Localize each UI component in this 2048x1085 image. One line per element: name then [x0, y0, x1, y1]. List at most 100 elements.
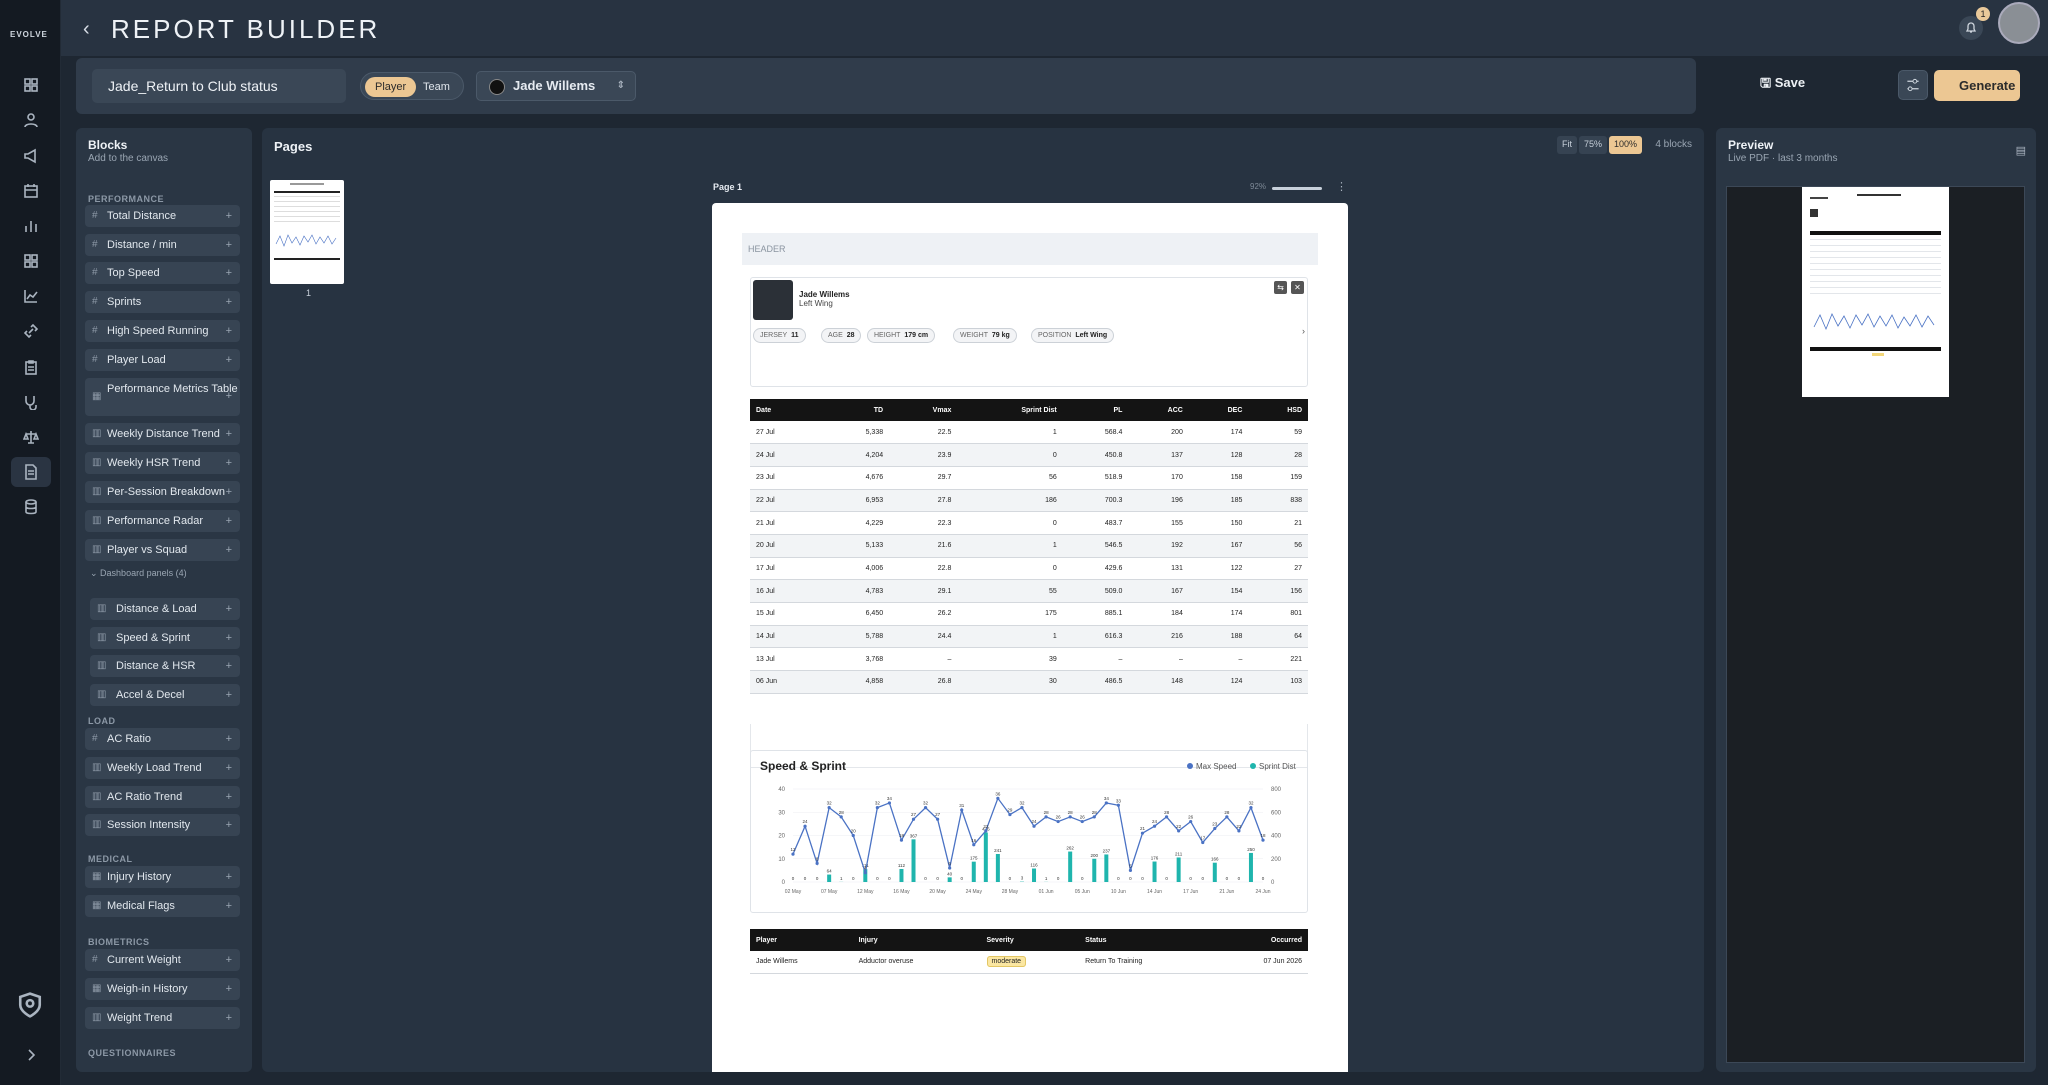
page-zoom-slider[interactable] [1272, 187, 1322, 190]
add-icon[interactable]: + [226, 481, 232, 503]
add-icon[interactable]: + [226, 978, 232, 1000]
block-label: Performance Metrics Table [107, 383, 238, 395]
preview-panel: Preview Live PDF · last 3 months ▤ [1716, 128, 2036, 1072]
add-icon[interactable]: + [226, 205, 232, 227]
block-item[interactable]: # Distance / min + [85, 234, 240, 256]
swap-icon[interactable]: ⇆ [1274, 281, 1287, 294]
save-button[interactable]: 🖫 Save [1760, 74, 1805, 96]
block-item[interactable]: ▥ Distance & Load + [90, 598, 240, 620]
preview-viewport[interactable] [1726, 186, 2025, 1063]
close-icon[interactable]: ✕ [1291, 281, 1304, 294]
block-item[interactable]: ▥ Speed & Sprint + [90, 627, 240, 649]
grid-icon[interactable] [20, 250, 42, 272]
zoom-75-button[interactable]: 75% [1578, 136, 1607, 154]
add-icon[interactable]: + [226, 510, 232, 532]
add-icon[interactable]: + [226, 320, 232, 342]
add-icon[interactable]: + [226, 349, 232, 371]
add-icon[interactable]: + [226, 757, 232, 779]
block-item[interactable]: ▥ AC Ratio Trend + [85, 786, 240, 808]
player-card-block[interactable]: Jade Willems Left Wing ⇆ ✕ JERSEY 11 AGE … [750, 277, 1308, 387]
block-item[interactable]: ▥ Performance Radar + [85, 510, 240, 532]
header-block[interactable]: HEADER [742, 233, 1318, 265]
page-thumbnail[interactable] [270, 180, 344, 284]
megaphone-icon[interactable] [20, 145, 42, 167]
add-icon[interactable]: + [226, 786, 232, 808]
block-item[interactable]: ▥ Accel & Decel + [90, 684, 240, 706]
preview-layout-icon[interactable]: ▤ [2016, 144, 2026, 157]
add-icon[interactable]: + [226, 598, 232, 620]
avatar[interactable] [1998, 2, 2040, 44]
block-item[interactable]: ▦ Injury History + [85, 866, 240, 888]
add-icon[interactable]: + [226, 866, 232, 888]
block-item[interactable]: # AC Ratio + [85, 728, 240, 750]
block-item[interactable]: # Top Speed + [85, 262, 240, 284]
table-cell: Adductor overuse [852, 951, 981, 974]
add-icon[interactable]: + [226, 262, 232, 284]
user-icon[interactable] [20, 109, 42, 131]
table-cell: 23.9 [889, 443, 958, 467]
block-item[interactable]: ▦ Performance Metrics Table + [85, 378, 240, 416]
add-icon[interactable]: + [226, 390, 232, 403]
add-icon[interactable]: + [226, 728, 232, 750]
zoom-fit-button[interactable]: Fit [1556, 136, 1577, 154]
chevron-right-icon[interactable]: › [1302, 326, 1305, 336]
add-icon[interactable]: + [226, 452, 232, 474]
line-chart-icon[interactable] [20, 285, 42, 307]
table-cell: 124 [1188, 670, 1249, 694]
add-icon[interactable]: + [226, 684, 232, 706]
add-icon[interactable]: + [226, 814, 232, 836]
add-icon[interactable]: + [226, 627, 232, 649]
block-item[interactable]: ▥ Weekly Load Trend + [85, 757, 240, 779]
clipboard-icon[interactable] [20, 356, 42, 378]
block-item[interactable]: ▥ Per-Session Breakdown + [85, 481, 240, 503]
add-icon[interactable]: + [226, 234, 232, 256]
block-item[interactable]: # Sprints + [85, 291, 240, 313]
add-icon[interactable]: + [226, 423, 232, 445]
bar-chart-icon[interactable] [20, 215, 42, 237]
player-select[interactable]: Jade Willems ⇕ [476, 71, 636, 101]
dashboard-icon[interactable] [20, 74, 42, 96]
block-item[interactable]: # Total Distance + [85, 205, 240, 227]
block-item[interactable]: ▥ Weekly HSR Trend + [85, 452, 240, 474]
add-icon[interactable]: + [226, 895, 232, 917]
link-icon[interactable] [20, 320, 42, 342]
table-row[interactable]: Jade Willems Adductor overuse moderate Retu… [750, 951, 1308, 974]
block-item[interactable]: ▦ Weigh-in History + [85, 978, 240, 1000]
mode-player-button[interactable]: Player [365, 77, 417, 97]
block-type-icon: ▥ [97, 603, 107, 614]
table-cell: 700.3 [1062, 489, 1129, 513]
zoom-100-button[interactable]: 100% [1608, 136, 1642, 154]
block-item[interactable]: ▥ Session Intensity + [85, 814, 240, 836]
scale-icon[interactable] [20, 426, 42, 448]
database-icon[interactable] [20, 496, 42, 518]
add-icon[interactable]: + [226, 539, 232, 561]
report-name-input[interactable]: Jade_Return to Club status [92, 69, 346, 103]
add-icon[interactable]: + [226, 655, 232, 677]
calendar-icon[interactable] [20, 180, 42, 202]
expand-rail-icon[interactable] [20, 1044, 42, 1066]
report-icon[interactable] [11, 457, 51, 487]
add-icon[interactable]: + [226, 291, 232, 313]
mode-team-button[interactable]: Team [413, 77, 460, 97]
table-cell: 5,133 [823, 534, 890, 558]
settings-button[interactable] [1898, 70, 1928, 100]
block-item[interactable]: ▥ Weight Trend + [85, 1007, 240, 1029]
table-cell: 131 [1128, 557, 1189, 581]
block-item[interactable]: # Current Weight + [85, 949, 240, 971]
block-item[interactable]: ▥ Distance & HSR + [90, 655, 240, 677]
add-icon[interactable]: + [226, 949, 232, 971]
page-more-icon[interactable]: ⋮ [1336, 180, 1347, 193]
block-item[interactable]: # High Speed Running + [85, 320, 240, 342]
block-item[interactable]: # Player Load + [85, 349, 240, 371]
add-icon[interactable]: + [226, 1007, 232, 1029]
back-icon[interactable]: ‹ [83, 18, 90, 41]
block-item[interactable]: ▥ Weekly Distance Trend + [85, 423, 240, 445]
generate-button[interactable]: Generate [1934, 70, 2020, 101]
sprint-bar [947, 877, 952, 882]
stethoscope-icon[interactable] [20, 391, 42, 413]
speed-sprint-chart[interactable]: Speed & Sprint Max Speed Sprint Dist 0 10… [750, 750, 1308, 913]
table-cell: 29.7 [889, 466, 958, 490]
dashboard-panels-group[interactable]: ⌄ Dashboard panels (4) [90, 568, 187, 579]
block-item[interactable]: ▦ Medical Flags + [85, 895, 240, 917]
block-item[interactable]: ▥ Player vs Squad + [85, 539, 240, 561]
